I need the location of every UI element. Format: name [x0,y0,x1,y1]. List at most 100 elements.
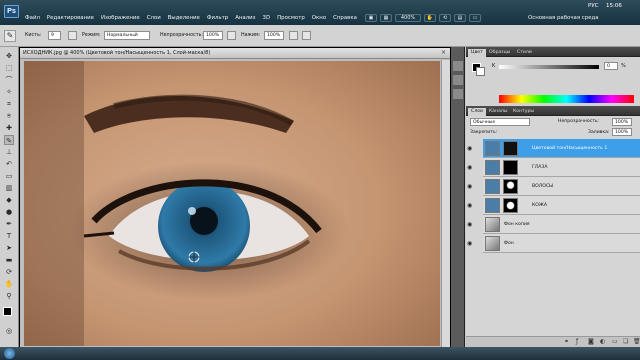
vertical-scrollbar[interactable] [441,60,450,347]
eye-icon[interactable]: ◉ [467,221,472,228]
layer-row[interactable]: ◉ Цветовой тон/Насыщенность 1 [467,139,640,158]
layer-row[interactable]: ◉ ВОЛОСЫ [467,177,640,196]
new-layer-icon[interactable]: ❏ [623,338,628,345]
gradient-icon[interactable]: ▥ [4,183,14,193]
clone-stamp-icon[interactable]: ⊥ [4,147,14,157]
menu-edit[interactable]: Редактирование [47,15,94,21]
document-tab[interactable]: ИСХОДНИК.jpg @ 400% (Цветовой тон/Насыще… [20,48,450,59]
brush-presets-icon[interactable] [453,89,463,99]
start-button-icon[interactable] [4,348,15,359]
new-adjustment-icon[interactable]: ◐ [600,338,605,345]
layer-row[interactable]: ◉ ГЛАЗА [467,158,640,177]
hand-tool-button[interactable]: ✋ [424,14,436,22]
image-canvas[interactable] [24,61,440,346]
3d-rotate-icon[interactable]: ⟳ [4,267,14,277]
arrange-docs-button[interactable]: ▤ [454,14,466,22]
tab-paths[interactable]: Контуры [510,108,537,116]
type-icon[interactable]: T [4,231,14,241]
menu-window[interactable]: Окно [312,15,326,21]
shape-tool-icon[interactable]: ▬ [4,255,14,265]
layer-mask-thumbnail[interactable] [503,160,518,175]
eye-icon[interactable]: ◉ [467,164,472,171]
lasso-icon[interactable]: ⌒ [4,75,14,85]
opacity-input[interactable]: 100% [203,31,223,40]
path-select-icon[interactable]: ➤ [4,243,14,253]
healing-brush-icon[interactable]: ✚ [4,123,14,133]
menu-help[interactable]: Справка [333,15,357,21]
brush-size-picker[interactable]: 9 [48,31,61,40]
foreground-color-swatch[interactable] [3,307,12,316]
brush-panel-toggle-icon[interactable] [68,31,77,40]
fill-input[interactable]: 100% [612,128,632,136]
eye-icon[interactable]: ◉ [467,145,472,152]
color-spectrum-bar[interactable] [499,95,634,103]
layer-row[interactable]: ◉ Фон копия [467,215,640,234]
pen-icon[interactable]: ✒ [4,219,14,229]
screen-mode-button[interactable]: ▭ [469,14,481,22]
bridge-button[interactable]: ▣ [365,14,377,22]
new-group-icon[interactable]: ▭ [612,338,618,345]
layer-mask-thumbnail[interactable] [503,179,518,194]
background-swatch[interactable] [476,67,485,76]
eye-icon[interactable]: ◉ [467,183,472,190]
layer-row[interactable]: ◉ КОЖА [467,196,640,215]
workspace-name[interactable]: Основная рабочая среда [528,15,599,21]
size-pressure-icon[interactable] [302,31,311,40]
hand-icon[interactable]: ✋ [4,279,14,289]
eye-icon[interactable]: ◉ [467,240,472,247]
quick-select-icon[interactable]: ✧ [4,87,14,97]
menu-3d[interactable]: 3D [263,15,271,21]
pressure-label: Нажим: [241,33,261,38]
layer-row[interactable]: ◉ Фон [467,234,640,253]
menu-view[interactable]: Просмотр [277,15,305,21]
add-mask-icon[interactable]: ◙ [588,338,594,345]
layer-blend-mode-select[interactable]: Обычные [470,118,530,126]
quick-mask-icon[interactable]: ◎ [4,326,14,336]
history-panel-icon[interactable] [453,61,463,71]
color-panel: K 0 % [466,57,640,107]
menu-layers[interactable]: Слои [147,15,161,21]
tab-color[interactable]: Цвет [468,49,486,57]
tab-styles[interactable]: Стили [514,49,535,57]
blur-tool-icon[interactable]: ◆ [4,195,14,205]
zoom-level-select[interactable]: 400% [395,14,421,22]
layer-style-icon[interactable]: ƒ [576,338,578,345]
history-brush-icon[interactable]: ↶ [4,159,14,169]
pressure-input[interactable]: 100% [264,31,284,40]
layer-thumbnail [485,217,500,232]
tab-layers[interactable]: Слои [468,108,486,116]
zoom-icon[interactable]: ⚲ [4,291,14,301]
eyedropper-icon[interactable]: ⍟ [4,111,14,121]
trash-icon[interactable]: 🗑 [633,338,640,345]
tab-swatches[interactable]: Образцы [486,49,513,57]
layer-mask-thumbnail[interactable] [503,198,518,213]
menu-image[interactable]: Изображение [101,15,140,21]
airbrush-icon[interactable] [289,31,298,40]
menu-analysis[interactable]: Анализ [235,15,255,21]
crop-icon[interactable]: ⌗ [4,99,14,109]
actions-panel-icon[interactable] [453,75,463,85]
menu-filter[interactable]: Фильтр [207,15,228,21]
minibridge-button[interactable]: ▦ [380,14,392,22]
layer-opacity-input[interactable]: 100% [612,118,632,126]
eraser-icon[interactable]: ▭ [4,171,14,181]
brush-tool-icon[interactable]: ✎ [4,135,14,145]
menu-file[interactable]: Файл [25,15,40,21]
eye-icon[interactable]: ◉ [467,202,472,209]
link-layers-icon[interactable]: ⚭ [564,338,569,345]
blend-mode-select[interactable]: Нормальный [104,31,150,40]
rotate-view-button[interactable]: ⟲ [439,14,451,22]
keyboard-language[interactable]: РУС [588,3,599,9]
dodge-tool-icon[interactable]: ● [4,207,14,217]
brush-icon[interactable]: ✎ [4,30,16,42]
marquee-tool-icon[interactable]: ⬚ [4,63,14,73]
channel-unit: % [621,63,626,69]
channel-value-input[interactable]: 0 [604,62,618,70]
opacity-pressure-icon[interactable] [227,31,236,40]
move-tool-icon[interactable]: ✥ [4,51,14,61]
layer-mask-thumbnail[interactable] [503,141,518,156]
menu-select[interactable]: Выделение [168,15,200,21]
channel-slider[interactable] [499,65,599,69]
tab-channels[interactable]: Каналы [486,108,510,116]
close-icon[interactable]: × [441,48,446,58]
